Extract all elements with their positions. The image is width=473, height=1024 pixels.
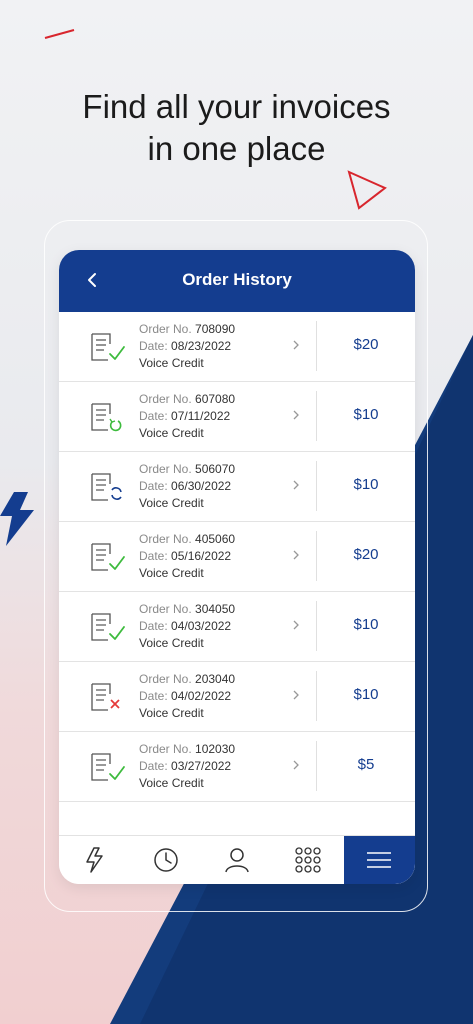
- headline-line-1: Find all your invoices: [82, 88, 391, 125]
- order-date: 03/27/2022: [171, 759, 232, 773]
- order-type: Voice Credit: [139, 426, 204, 440]
- order-type: Voice Credit: [139, 496, 204, 510]
- clock-icon: [154, 848, 178, 872]
- order-row[interactable]: Order No. 708090 Date: 08/23/2022 Voice …: [59, 312, 415, 382]
- order-amount: $10: [353, 616, 379, 633]
- order-number: 708090: [195, 322, 236, 336]
- order-number: 304050: [195, 602, 236, 616]
- invoice-pending-icon: [91, 403, 122, 432]
- order-no-label: Order No.: [139, 322, 192, 336]
- order-info: Order No. 405060 Date: 05/16/2022 Voice …: [139, 531, 235, 582]
- order-info: Order No. 102030 Date: 03/27/2022 Voice …: [139, 741, 235, 792]
- chevron-right-icon: [293, 480, 299, 490]
- order-no-label: Order No.: [139, 532, 192, 546]
- order-row[interactable]: Order No. 506070 Date: 06/30/2022 Voice …: [59, 452, 415, 522]
- order-number: 102030: [195, 742, 236, 756]
- tab-menu[interactable]: [343, 836, 415, 884]
- tab-recharge[interactable]: [59, 836, 130, 884]
- page-title: Order History: [182, 270, 292, 289]
- app-screen: Order History Order No. 708090 Date: 08/…: [59, 250, 415, 884]
- tab-profile[interactable]: [201, 836, 272, 884]
- keypad-icon: [295, 847, 321, 873]
- lightning-decoration: [0, 492, 34, 546]
- order-number: 203040: [195, 672, 236, 686]
- tab-keypad[interactable]: [273, 836, 344, 884]
- red-triangle-decoration: [347, 170, 387, 210]
- order-info: Order No. 203040 Date: 04/02/2022 Voice …: [139, 671, 235, 722]
- date-label: Date:: [139, 549, 168, 563]
- order-type: Voice Credit: [139, 636, 204, 650]
- order-no-label: Order No.: [139, 392, 192, 406]
- chevron-right-icon: [293, 410, 299, 420]
- order-no-label: Order No.: [139, 462, 192, 476]
- order-info: Order No. 304050 Date: 04/03/2022 Voice …: [139, 601, 235, 652]
- order-number: 506070: [195, 462, 236, 476]
- invoice-success-icon: [91, 613, 125, 641]
- invoice-failed-icon: [91, 683, 120, 711]
- order-amount: $10: [353, 686, 379, 703]
- chevron-right-icon: [293, 550, 299, 560]
- order-no-label: Order No.: [139, 602, 192, 616]
- chevron-right-icon: [293, 760, 299, 770]
- bottom-tab-bar: [59, 835, 415, 884]
- order-date: 07/11/2022: [171, 409, 231, 423]
- order-row[interactable]: Order No. 405060 Date: 05/16/2022 Voice …: [59, 522, 415, 592]
- order-date: 04/02/2022: [171, 689, 232, 703]
- order-amount: $20: [353, 336, 379, 353]
- orders-list: Order No. 708090 Date: 08/23/2022 Voice …: [59, 312, 415, 802]
- order-type: Voice Credit: [139, 706, 204, 720]
- date-label: Date:: [139, 689, 168, 703]
- headline: Find all your invoices in one place: [0, 86, 473, 170]
- chevron-right-icon: [293, 620, 299, 630]
- order-amount: $10: [353, 406, 379, 423]
- menu-icon: [367, 852, 392, 868]
- order-type: Voice Credit: [139, 566, 204, 580]
- order-amount: $5: [357, 756, 375, 773]
- chevron-right-icon: [293, 690, 299, 700]
- red-dash-decoration: [44, 29, 75, 39]
- chevron-right-icon: [293, 340, 299, 350]
- tab-history[interactable]: [130, 836, 201, 884]
- date-label: Date:: [139, 409, 168, 423]
- order-type: Voice Credit: [139, 356, 204, 370]
- date-label: Date:: [139, 619, 168, 633]
- invoice-success-icon: [91, 543, 125, 571]
- invoice-processing-icon: [91, 473, 122, 501]
- order-type: Voice Credit: [139, 776, 204, 790]
- invoice-success-icon: [91, 753, 125, 781]
- order-number: 405060: [195, 532, 236, 546]
- order-date: 08/23/2022: [171, 339, 232, 353]
- order-amount: $20: [353, 546, 379, 563]
- order-info: Order No. 607080 Date: 07/11/2022 Voice …: [139, 391, 235, 442]
- date-label: Date:: [139, 479, 168, 493]
- order-row[interactable]: Order No. 607080 Date: 07/11/2022 Voice …: [59, 382, 415, 452]
- user-icon: [225, 848, 249, 873]
- order-number: 607080: [195, 392, 236, 406]
- order-date: 05/16/2022: [171, 549, 232, 563]
- order-date: 04/03/2022: [171, 619, 232, 633]
- order-amount: $10: [353, 476, 379, 493]
- order-info: Order No. 708090 Date: 08/23/2022 Voice …: [139, 321, 235, 372]
- date-label: Date:: [139, 339, 168, 353]
- order-row[interactable]: Order No. 304050 Date: 04/03/2022 Voice …: [59, 592, 415, 662]
- order-history-header: Order History: [59, 250, 415, 312]
- order-row[interactable]: Order No. 102030 Date: 03/27/2022 Voice …: [59, 732, 415, 802]
- order-date: 06/30/2022: [171, 479, 232, 493]
- order-row[interactable]: Order No. 203040 Date: 04/02/2022 Voice …: [59, 662, 415, 732]
- order-info: Order No. 506070 Date: 06/30/2022 Voice …: [139, 461, 235, 512]
- invoice-success-icon: [91, 333, 125, 361]
- order-no-label: Order No.: [139, 672, 192, 686]
- order-no-label: Order No.: [139, 742, 192, 756]
- headline-line-2: in one place: [147, 130, 326, 167]
- lightning-icon: [85, 847, 103, 873]
- date-label: Date:: [139, 759, 168, 773]
